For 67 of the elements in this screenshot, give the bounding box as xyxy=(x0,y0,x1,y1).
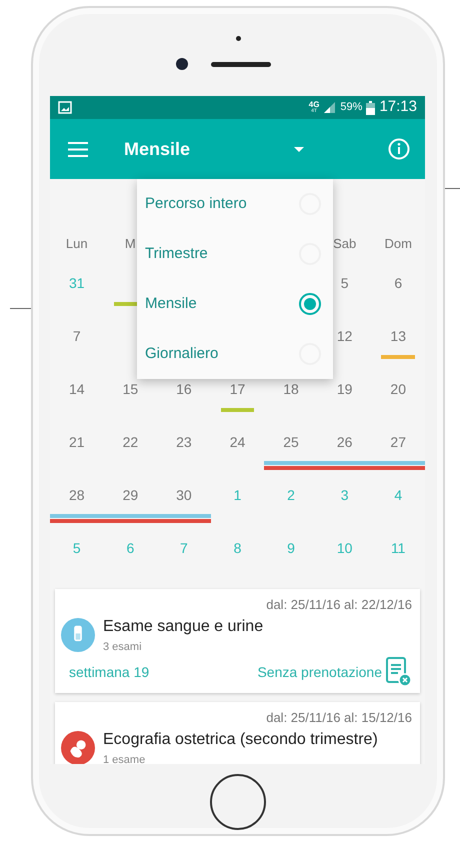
calendar-day[interactable]: 31 xyxy=(68,273,85,294)
view-selector[interactable]: Mensile xyxy=(124,136,190,162)
clock-time: 17:13 xyxy=(379,97,417,118)
exam-card[interactable]: dal: 25/11/16 al: 15/12/16 Ecografia ostetrica (secondo trimestre) 1 esame xyxy=(55,702,420,764)
home-button[interactable] xyxy=(210,774,266,830)
calendar-day[interactable]: 7 xyxy=(72,326,81,347)
calendar-day[interactable]: 20 xyxy=(390,379,406,400)
calendar-day[interactable]: 6 xyxy=(394,273,402,294)
calendar-day[interactable]: 15 xyxy=(122,379,138,400)
battery-level: 59% xyxy=(340,100,362,116)
info-icon[interactable] xyxy=(388,138,410,160)
calendar-day[interactable]: 29 xyxy=(122,485,138,506)
calendar-day[interactable]: 5 xyxy=(340,273,349,294)
signal-icon xyxy=(323,101,336,114)
weekday-label: Dom xyxy=(384,235,412,254)
exam-card[interactable]: dal: 25/11/16 al: 22/12/16 Esame sangue e urine 3 esami settimana 19 Senza prenotazione xyxy=(55,589,420,693)
menu-option[interactable]: Percorso intero xyxy=(137,179,333,229)
calendar-day[interactable]: 6 xyxy=(126,538,134,559)
calendar-day[interactable]: 19 xyxy=(336,379,352,400)
calendar-day[interactable]: 1 xyxy=(234,485,242,506)
calendar-day[interactable]: 8 xyxy=(234,538,242,559)
weekday-label: Lun xyxy=(66,235,88,254)
date-range: dal: 25/11/16 al: 15/12/16 xyxy=(265,709,412,727)
calendar-day[interactable]: 11 xyxy=(390,538,406,559)
exam-count: 3 esami xyxy=(103,640,143,654)
calendar-day[interactable]: 24 xyxy=(230,432,246,453)
caret-icon[interactable] xyxy=(294,146,304,152)
weekday-label: M xyxy=(124,235,136,254)
battery-icon xyxy=(366,100,376,114)
calendar-day[interactable]: 22 xyxy=(122,432,138,453)
calendar-day[interactable]: 9 xyxy=(287,538,295,559)
calendar-day[interactable]: 26 xyxy=(336,432,352,453)
calendar-day[interactable]: 2 xyxy=(287,485,295,506)
menu-icon[interactable] xyxy=(68,142,88,156)
gallery-icon xyxy=(58,101,72,114)
earpiece xyxy=(211,62,271,67)
calendar-day[interactable]: 12 xyxy=(336,326,352,347)
calendar-day[interactable]: 10 xyxy=(336,538,352,559)
week-label: settimana 19 xyxy=(69,662,150,682)
calendar-day[interactable]: 3 xyxy=(340,485,349,506)
calendar-day[interactable]: 14 xyxy=(68,379,85,400)
camera-lens xyxy=(176,58,188,70)
exam-title: Esame sangue e urine xyxy=(103,616,264,636)
booking-status: Senza prenotazione xyxy=(257,662,382,682)
calendar-day[interactable]: 4 xyxy=(394,485,402,506)
calendar-day[interactable]: 23 xyxy=(176,432,192,453)
calendar-day[interactable]: 13 xyxy=(390,326,406,347)
calendar-day[interactable]: 30 xyxy=(176,485,192,506)
calendar-day[interactable]: 18 xyxy=(283,379,299,400)
calendar-day[interactable]: 25 xyxy=(283,432,299,453)
menu-option[interactable]: Giornaliero xyxy=(137,329,333,379)
date-range: dal: 25/11/16 al: 22/12/16 xyxy=(265,596,412,614)
sensor-dot xyxy=(236,36,241,41)
exam-title: Ecografia ostetrica (secondo trimestre) xyxy=(103,730,378,750)
calendar-day[interactable]: 28 xyxy=(68,485,85,506)
calendar-day[interactable]: 5 xyxy=(72,538,81,559)
radio-button[interactable] xyxy=(299,293,321,315)
calendar-day[interactable]: 21 xyxy=(68,432,85,453)
calendar-day[interactable]: 27 xyxy=(390,432,406,453)
calendar-day[interactable]: 7 xyxy=(180,538,188,559)
calendar-day[interactable]: 17 xyxy=(230,379,246,400)
exam-count: 1 esame xyxy=(103,752,146,764)
menu-option[interactable]: Mensile xyxy=(137,279,333,329)
document-cancel-icon xyxy=(386,657,412,687)
weekday-label: Sab xyxy=(333,235,356,254)
menu-option[interactable]: Trimestre xyxy=(137,229,333,279)
calendar-day[interactable]: 16 xyxy=(176,379,192,400)
